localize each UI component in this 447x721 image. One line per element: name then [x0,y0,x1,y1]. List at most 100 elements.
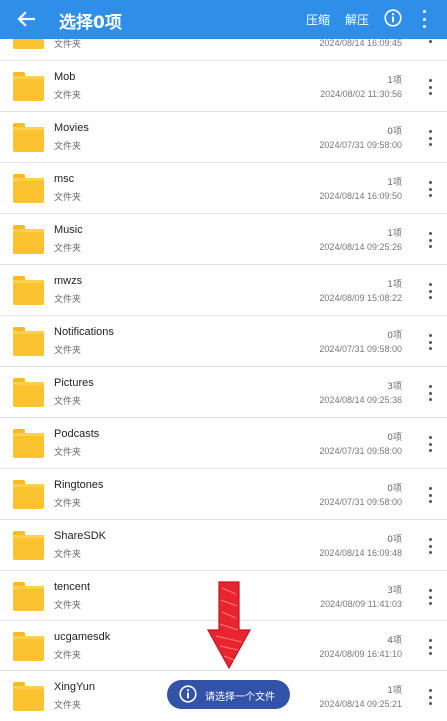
file-row[interactable]: msc 文件夹 1项 2024/08/14 16:09:50 [0,162,447,213]
folder-icon [13,327,44,356]
toast-text: 请选择一个文件 [205,692,275,703]
row-more-icon[interactable] [426,334,434,350]
file-date: 2024/08/14 09:25:26 [319,242,402,252]
file-name: Pictures [54,377,94,389]
file-name: Notifications [54,326,114,338]
file-row[interactable]: Podcasts 文件夹 0项 2024/07/31 09:58:00 [0,417,447,468]
file-date: 2024/08/14 16:09:45 [319,38,402,48]
folder-icon [13,72,44,101]
red-arrow-annotation [206,581,252,670]
folder-icon [13,480,44,509]
file-type: 文件夹 [54,91,82,101]
toast-message: 请选择一个文件 [167,680,290,709]
row-more-icon[interactable] [426,283,434,299]
folder-icon [13,123,44,152]
row-more-icon[interactable] [426,232,434,248]
file-type: 文件夹 [54,397,82,407]
file-count: 1项 [387,280,402,290]
file-count: 0项 [387,433,402,443]
file-type: 文件夹 [54,193,82,203]
file-date: 2024/08/09 11:41:03 [320,599,402,609]
file-date: 2024/07/31 09:58:00 [319,140,402,150]
file-type: 文件夹 [54,295,82,305]
row-more-icon[interactable] [426,130,434,146]
file-row[interactable]: Music 文件夹 1项 2024/08/14 09:25:26 [0,213,447,264]
row-more-icon[interactable] [426,487,434,503]
file-date: 2024/08/14 09:25:36 [319,395,402,405]
row-more-icon[interactable] [426,436,434,452]
file-count: 1项 [387,178,402,188]
row-more-icon[interactable] [426,538,434,554]
row-more-icon[interactable] [426,589,434,605]
file-type: 文件夹 [54,346,82,356]
file-row[interactable]: mwzs 文件夹 1项 2024/08/09 15:08:22 [0,264,447,315]
back-button[interactable] [12,5,40,33]
file-count: 1项 [387,686,402,696]
file-type: 文件夹 [54,499,82,509]
file-count: 1项 [387,76,402,86]
file-name: mwzs [54,275,83,287]
row-more-icon[interactable] [426,181,434,197]
file-name: tencent [54,581,91,593]
app-bar: 选择0项 压缩 解压 [0,0,447,39]
folder-icon [13,225,44,254]
file-date: 2024/07/31 09:58:00 [319,497,402,507]
file-date: 2024/08/14 09:25:21 [319,699,402,709]
file-name: XingYun [54,681,95,693]
folder-icon [13,276,44,305]
file-type: 文件夹 [54,601,82,611]
file-row[interactable]: Movies 文件夹 0项 2024/07/31 09:58:00 [0,111,447,162]
file-row[interactable]: Mob 文件夹 1项 2024/08/02 11:30:56 [0,60,447,111]
file-count: 3项 [387,382,402,392]
file-date: 2024/08/09 15:08:22 [319,293,402,303]
folder-icon [13,429,44,458]
compress-button[interactable]: 压缩 [306,11,330,28]
file-date: 2024/07/31 09:58:00 [319,446,402,456]
file-name: Music [54,224,83,236]
file-count: 0项 [387,535,402,545]
file-name: Movies [54,122,89,134]
file-count: 1项 [387,229,402,239]
file-count: 0项 [387,127,402,137]
file-date: 2024/07/31 09:58:00 [319,344,402,354]
file-count: 0项 [387,331,402,341]
row-more-icon[interactable] [426,689,434,705]
file-type: 文件夹 [54,448,82,458]
folder-icon [13,378,44,407]
row-more-icon[interactable] [426,79,434,95]
file-name: Podcasts [54,428,100,440]
info-button[interactable] [384,9,402,27]
file-name: Ringtones [54,479,104,491]
file-name: ucgamesdk [54,631,111,643]
file-type: 文件夹 [54,550,82,560]
info-icon [179,685,197,703]
file-name: msc [54,173,75,185]
file-row[interactable]: Notifications 文件夹 0项 2024/07/31 09:58:00 [0,315,447,366]
file-name: Mob [54,71,76,83]
folder-icon [13,531,44,560]
file-count: 3项 [387,586,402,596]
file-name: ShareSDK [54,530,106,542]
folder-icon [13,682,44,711]
file-date: 2024/08/02 11:30:56 [320,89,402,99]
page-title: 选择0项 [59,13,122,33]
file-count: 0项 [387,484,402,494]
folder-icon [13,582,44,611]
file-row[interactable]: ShareSDK 文件夹 0项 2024/08/14 16:09:48 [0,519,447,570]
more-vertical-icon[interactable] [418,8,430,30]
file-date: 2024/08/14 16:09:50 [319,191,402,201]
file-type: 文件夹 [54,244,82,254]
info-icon [384,9,402,27]
row-more-icon[interactable] [426,385,434,401]
file-type: 文件夹 [54,701,82,711]
file-count: 4项 [387,636,402,646]
extract-button[interactable]: 解压 [345,11,369,28]
file-date: 2024/08/14 16:09:48 [319,548,402,558]
file-type: 文件夹 [54,651,82,661]
file-row[interactable]: Ringtones 文件夹 0项 2024/07/31 09:58:00 [0,468,447,519]
folder-icon [13,632,44,661]
file-row[interactable]: Pictures 文件夹 3项 2024/08/14 09:25:36 [0,366,447,417]
file-type: 文件夹 [54,142,82,152]
row-more-icon[interactable] [426,639,434,655]
folder-icon [13,174,44,203]
